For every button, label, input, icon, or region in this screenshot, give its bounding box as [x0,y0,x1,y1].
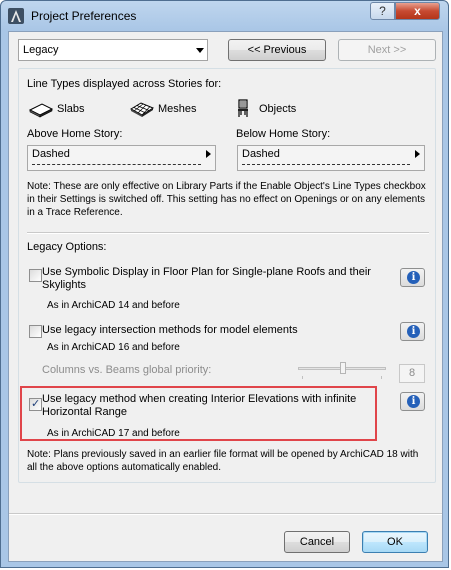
columns-beams-priority-label: Columns vs. Beams global priority: [42,364,212,376]
priority-slider-thumb[interactable] [340,362,346,374]
legacy-options-heading: Legacy Options: [27,241,107,253]
interior-elevations-label[interactable]: Use legacy method when creating Interior… [42,393,362,419]
close-icon: x [414,4,421,18]
legacy-note: Note: Plans previously saved in an earli… [27,449,419,473]
divider [27,232,429,234]
legacy-intersection-label[interactable]: Use legacy intersection methods for mode… [42,324,298,336]
symbolic-display-info-button[interactable]: i [400,268,425,287]
chevron-down-icon [196,48,204,53]
below-linetype-value: Dashed [242,148,280,160]
priority-slider-ticks [302,376,382,379]
window-title: Project Preferences [31,9,137,23]
close-button[interactable]: x [395,2,440,20]
title-bar[interactable]: Project Preferences ? x [1,1,450,31]
help-button[interactable]: ? [370,2,395,20]
below-linetype-select[interactable]: Dashed [237,145,425,171]
interior-elevations-checkbox[interactable]: ✓ [29,398,42,411]
linetypes-heading: Line Types displayed across Stories for: [27,78,222,90]
next-button[interactable]: Next >> [338,39,436,61]
meshes-label: Meshes [158,103,197,115]
category-select-value: Legacy [23,44,59,56]
checkmark-icon: ✓ [31,398,41,410]
project-preferences-window: Project Preferences ? x Legacy << Previo… [0,0,449,568]
legacy-intersection-info-button[interactable]: i [400,322,425,341]
help-icon: ? [379,4,386,18]
below-home-story-label: Below Home Story: [236,128,331,140]
symbolic-display-checkbox[interactable] [29,269,42,282]
info-icon: i [407,395,420,408]
chevron-right-icon [415,150,420,158]
slab-icon [28,103,54,118]
linetypes-note: Note: These are only effective on Librar… [27,181,426,218]
symbolic-display-note: As in ArchiCAD 14 and before [47,300,180,311]
info-icon: i [407,271,420,284]
category-select[interactable]: Legacy [18,39,208,61]
chevron-right-icon [206,150,211,158]
slabs-label: Slabs [57,103,85,115]
legacy-intersection-checkbox[interactable] [29,325,42,338]
above-home-story-label: Above Home Story: [27,128,123,140]
dialog-body: Legacy << Previous Next >> Line Types di… [8,31,443,562]
symbolic-display-label[interactable]: Use Symbolic Display in Floor Plan for S… [42,266,372,292]
footer-divider [9,513,442,515]
mesh-icon [129,102,155,117]
interior-elevations-info-button[interactable]: i [400,392,425,411]
above-linetype-select[interactable]: Dashed [27,145,216,171]
legacy-intersection-note: As in ArchiCAD 16 and before [47,342,180,353]
dashed-line-preview [32,164,201,165]
object-chair-icon [238,99,248,117]
interior-elevations-note: As in ArchiCAD 17 and before [47,428,180,439]
cancel-button[interactable]: Cancel [284,531,350,553]
objects-label: Objects [259,103,297,115]
info-icon: i [407,325,420,338]
above-linetype-value: Dashed [32,148,70,160]
previous-button[interactable]: << Previous [228,39,326,61]
priority-value-field[interactable]: 8 [399,364,425,383]
ok-button[interactable]: OK [362,531,428,553]
archicad-app-icon [8,8,24,24]
dashed-line-preview [242,164,410,165]
